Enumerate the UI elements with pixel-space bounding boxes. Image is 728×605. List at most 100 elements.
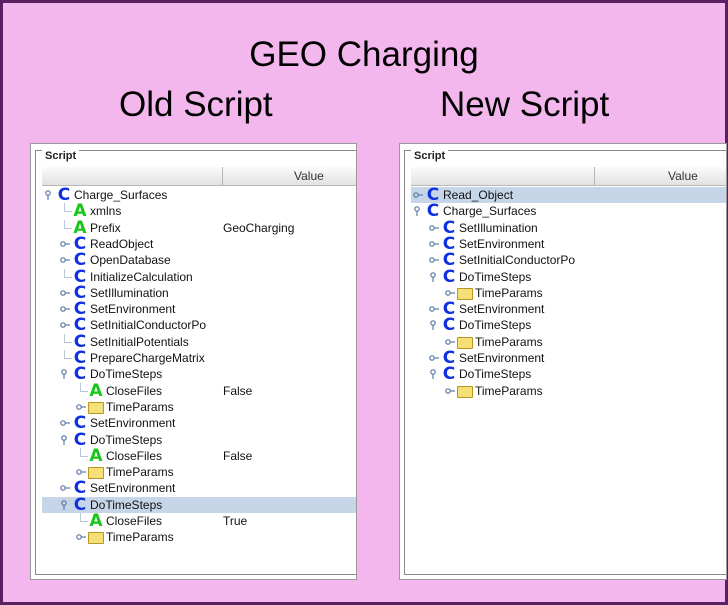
expanded-toggle-icon[interactable] [60,434,70,445]
folder-icon [457,385,473,398]
tree-row[interactable]: C DoTimeSteps [42,366,356,383]
slide: GEO Charging Old Script New Script Scrip… [0,0,728,605]
tree-node-label: Read_Object [443,188,514,202]
collapsed-toggle-icon[interactable] [429,223,439,233]
tree-node-label: DoTimeSteps [459,318,532,333]
collapsed-toggle-icon[interactable] [429,353,439,363]
tree-row[interactable]: C SetEnvironment [411,301,726,318]
tree-row[interactable]: C Charge_Surfaces [42,187,356,204]
collapsed-toggle-icon[interactable] [60,418,70,428]
tree-guide-line [64,211,72,213]
collapsed-toggle-icon[interactable] [445,386,455,396]
tree-node-label: PrepareChargeMatrix [90,351,205,365]
tree-row[interactable]: TimeParams [42,399,356,415]
tree-guide-line [64,203,65,212]
tree-row[interactable]: C PrepareChargeMatrix [42,350,356,367]
tree-row[interactable]: C SetEnvironment [411,350,726,367]
tree-row[interactable]: C InitializeCalculation [42,268,356,285]
tree-row[interactable]: A Prefix GeoCharging [42,219,356,236]
collapsed-toggle-icon[interactable] [413,190,423,200]
tree-node-label: OpenDatabase [90,253,171,268]
value-column-header[interactable]: Value [668,169,698,183]
tree-row[interactable]: TimeParams [411,383,726,399]
script-frame-label: Script [411,150,449,162]
tree-node-label: SetEnvironment [459,236,545,251]
tree-node-label: SetEnvironment [90,416,176,431]
tree-row[interactable]: A CloseFiles True [42,511,356,531]
tree-row[interactable]: C SetEnvironment [42,478,356,499]
old-script-heading: Old Script [119,85,273,124]
collapsed-toggle-icon[interactable] [76,467,86,477]
tree-row[interactable]: TimeParams [42,464,356,480]
tree-node-label: SetIllumination [459,220,538,235]
tree-guide-line [64,227,72,229]
tree-node-label: TimeParams [475,383,543,398]
tree-row[interactable]: C OpenDatabase [42,252,356,269]
collapsed-toggle-icon[interactable] [429,239,439,249]
expanded-toggle-icon[interactable] [429,320,439,331]
tree-header[interactable]: Value [42,167,356,186]
expanded-toggle-icon[interactable] [44,190,54,200]
collapsed-toggle-icon[interactable] [60,320,70,330]
tree-row[interactable]: C Charge_Surfaces [411,201,726,222]
slide-title: GEO Charging [249,35,479,74]
collapsed-toggle-icon[interactable] [429,304,439,314]
script-tree[interactable]: Value C Charge_Surfaces Axmlns A Prefix GeoCh… [42,167,356,568]
collapsed-toggle-icon[interactable] [60,483,70,493]
tree-node-label: SetIllumination [90,285,169,300]
tree-row[interactable]: C SetEnvironment [411,235,726,252]
tree-row[interactable]: C SetEnvironment [42,301,356,318]
tree-row[interactable]: C DoTimeSteps [411,315,726,336]
tree-row[interactable]: Axmlns [42,203,356,220]
collapsed-toggle-icon[interactable] [60,255,70,265]
expanded-toggle-icon[interactable] [60,369,70,380]
attribute-icon: A [89,511,103,531]
tree-row[interactable]: C ReadObject [42,235,356,252]
tree-node-label: CloseFiles [106,514,163,528]
class-icon: C [426,201,440,222]
collapsed-toggle-icon[interactable] [76,402,86,412]
tree-row[interactable]: C SetInitialConductorPo [411,252,726,269]
tree-row[interactable]: C SetInitialConductorPo [42,317,356,334]
script-tree[interactable]: Value C Read_Object C Charge_Surfaces C SetIl… [411,167,726,568]
tree-node-label: DoTimeSteps [90,432,163,447]
tree-row[interactable]: C SetInitialPotentials [42,333,356,350]
tree-node-value: False [223,383,253,398]
collapsed-toggle-icon[interactable] [445,288,455,298]
tree-row[interactable]: A CloseFiles False [42,447,356,464]
value-column-header[interactable]: Value [294,169,324,183]
tree-node-label: ReadObject [90,236,154,251]
attribute-icon: A [89,380,103,401]
tree-row[interactable]: C SetIllumination [42,284,356,301]
collapsed-toggle-icon[interactable] [445,337,455,347]
folder-icon [457,287,473,300]
tree-row[interactable]: TimeParams [411,285,726,301]
tree-row[interactable]: C DoTimeSteps [411,366,726,383]
column-divider[interactable] [594,167,595,185]
collapsed-toggle-icon[interactable] [60,304,70,314]
tree-row[interactable]: C SetIllumination [411,219,726,236]
tree-node-label: xmlns [90,204,122,219]
tree-row[interactable]: TimeParams [411,334,726,350]
collapsed-toggle-icon[interactable] [429,255,439,265]
expanded-toggle-icon[interactable] [413,206,423,217]
tree-row[interactable]: C Read_Object [411,187,726,204]
tree-node-label: SetEnvironment [90,302,176,317]
collapsed-toggle-icon[interactable] [76,532,86,542]
tree-row[interactable]: TimeParams [42,529,356,545]
class-icon: C [442,315,456,336]
old-script-panel: Script Value C Charge_Surfaces Axmlns A Pref… [30,143,357,580]
class-icon: C [73,478,87,499]
tree-header[interactable]: Value [411,167,726,186]
collapsed-toggle-icon[interactable] [60,288,70,298]
expanded-toggle-icon[interactable] [429,369,439,380]
expanded-toggle-icon[interactable] [60,499,70,510]
tree-row[interactable]: C DoTimeSteps [411,268,726,285]
expanded-toggle-icon[interactable] [429,271,439,282]
collapsed-toggle-icon[interactable] [60,239,70,249]
tree-row[interactable]: A CloseFiles False [42,380,356,401]
script-frame-label: Script [42,150,80,162]
tree-node-label: TimeParams [106,465,174,480]
tree-row[interactable]: C SetEnvironment [42,415,356,432]
column-divider[interactable] [222,167,223,185]
